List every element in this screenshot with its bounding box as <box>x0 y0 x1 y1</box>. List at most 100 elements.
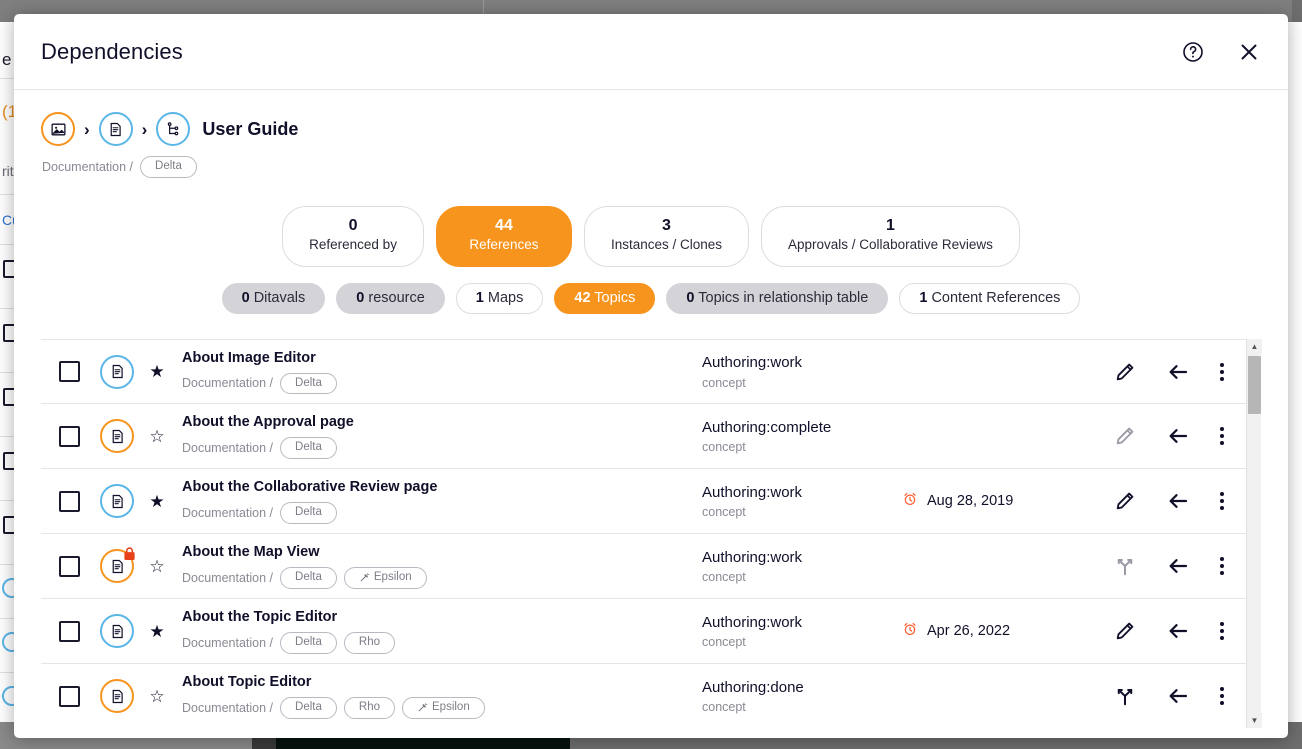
chip-label: Content References <box>931 289 1061 306</box>
scrollbar-thumb[interactable] <box>1248 356 1261 414</box>
chip-topics[interactable]: 42 Topics <box>554 282 656 315</box>
row-actions <box>1114 360 1246 384</box>
row-title[interactable]: About the Topic Editor <box>182 608 702 627</box>
kebab-menu-icon[interactable] <box>1220 557 1224 575</box>
row-tag[interactable]: Delta <box>280 697 337 719</box>
chip-topics-relationship-table[interactable]: 0 Topics in relationship table <box>666 282 889 315</box>
stat-count: 44 <box>495 216 513 234</box>
row-title[interactable]: About the Collaborative Review page <box>182 478 702 497</box>
close-icon[interactable] <box>1234 37 1264 67</box>
arrow-left-into-icon[interactable] <box>1166 424 1190 448</box>
row-favorite-star-icon[interactable]: ★ <box>148 363 166 380</box>
stat-referenced-by[interactable]: 0 Referenced by <box>282 205 424 267</box>
row-checkbox[interactable] <box>59 685 80 707</box>
row-tag-label: Delta <box>295 441 322 454</box>
row-path: Documentation / Delta <box>182 372 702 395</box>
row-tag[interactable]: Delta <box>280 437 337 459</box>
chip-count: 0 <box>356 289 365 306</box>
row-title[interactable]: About the Approval page <box>182 413 702 432</box>
kebab-menu-icon[interactable] <box>1220 427 1224 445</box>
table-row[interactable]: ☆ About the Map View Documentation / Delta E… <box>41 534 1246 599</box>
table-scrollbar[interactable]: ▲ ▼ <box>1246 339 1262 728</box>
row-tag[interactable]: Rho <box>343 632 395 654</box>
chip-maps[interactable]: 1 Maps <box>455 282 544 315</box>
help-circle-icon[interactable] <box>1178 37 1208 67</box>
stat-approvals-reviews[interactable]: 1 Approvals / Collaborative Reviews <box>761 205 1020 267</box>
breadcrumb-tag[interactable]: Delta <box>140 156 197 178</box>
row-tag[interactable]: Delta <box>280 502 337 524</box>
chip-content-references[interactable]: 1 Content References <box>899 282 1081 315</box>
row-tag-label: Delta <box>295 506 322 519</box>
chip-label: Topics in relationship table <box>698 289 869 306</box>
arrow-left-into-icon[interactable] <box>1166 619 1190 643</box>
chip-label: Topics <box>594 289 636 306</box>
row-document-icon[interactable] <box>100 484 134 518</box>
scroll-down-icon[interactable]: ▼ <box>1247 713 1262 728</box>
row-actions <box>1114 619 1246 643</box>
stats-pill-row: 0 Referenced by 44 References 3 Instance… <box>14 205 1288 267</box>
stat-references[interactable]: 44 References <box>435 205 572 267</box>
row-favorite-star-icon[interactable]: ★ <box>148 493 166 510</box>
dependencies-table: ★ About Image Editor Documentation / Delta A… <box>41 339 1262 728</box>
stat-count: 0 <box>348 216 358 234</box>
table-row[interactable]: ☆ About Topic Editor Documentation / Delta R… <box>41 664 1246 728</box>
table-row[interactable]: ★ About the Topic Editor Documentation / De… <box>41 599 1246 664</box>
breadcrumb-image-icon[interactable] <box>41 112 75 146</box>
row-document-icon[interactable] <box>100 547 135 583</box>
branch-merge-icon[interactable] <box>1114 685 1136 707</box>
row-title[interactable]: About the Map View <box>182 543 702 562</box>
row-checkbox[interactable] <box>59 620 80 642</box>
scroll-up-icon[interactable]: ▲ <box>1247 339 1262 354</box>
row-tag[interactable]: Delta <box>280 372 337 395</box>
chip-count: 42 <box>574 289 591 306</box>
chip-resource[interactable]: 0 resource <box>336 282 445 315</box>
row-checkbox[interactable] <box>59 555 80 577</box>
pencil-icon[interactable] <box>1114 490 1136 512</box>
row-tag[interactable]: Epsilon <box>402 697 485 719</box>
breadcrumb-row: › › User Guide <box>41 112 1288 146</box>
kebab-menu-icon[interactable] <box>1220 362 1224 381</box>
row-path-label: Documentation / <box>182 635 274 650</box>
row-tag[interactable]: Epsilon <box>343 567 427 589</box>
row-document-icon[interactable] <box>100 354 134 389</box>
row-document-icon[interactable] <box>100 419 134 453</box>
row-tag[interactable]: Delta <box>280 632 337 654</box>
dependencies-dialog: Dependencies › › User Guide Documentatio… <box>14 14 1288 738</box>
breadcrumb-map-branch-icon[interactable] <box>156 112 191 146</box>
row-document-icon[interactable] <box>100 614 134 648</box>
row-checkbox[interactable] <box>59 490 80 512</box>
kebab-menu-icon[interactable] <box>1220 622 1224 640</box>
arrow-left-into-icon[interactable] <box>1166 554 1190 578</box>
row-favorite-star-icon[interactable]: ☆ <box>148 428 166 445</box>
kebab-menu-icon[interactable] <box>1220 492 1224 510</box>
row-tag[interactable]: Rho <box>343 697 395 719</box>
row-title[interactable]: About Topic Editor <box>182 673 702 692</box>
row-document-icon[interactable] <box>100 679 134 713</box>
table-row[interactable]: ★ About Image Editor Documentation / Delta A… <box>41 339 1246 404</box>
row-favorite-star-icon[interactable]: ☆ <box>148 558 166 575</box>
row-path-label: Documentation / <box>182 700 274 715</box>
kebab-menu-icon[interactable] <box>1220 687 1224 705</box>
row-tag[interactable]: Delta <box>280 567 337 589</box>
chip-label: Ditavals <box>253 289 306 306</box>
breadcrumb-separator: › <box>84 119 90 139</box>
pencil-icon[interactable] <box>1114 620 1136 642</box>
breadcrumb-document-icon[interactable] <box>98 112 133 146</box>
row-favorite-star-icon[interactable]: ☆ <box>148 688 166 705</box>
table-row[interactable]: ★ About the Collaborative Review page Docu… <box>41 469 1246 534</box>
pencil-icon[interactable] <box>1114 361 1136 383</box>
chip-ditavals[interactable]: 0 Ditavals <box>221 282 326 315</box>
arrow-left-into-icon[interactable] <box>1166 684 1190 708</box>
row-checkbox[interactable] <box>59 425 80 447</box>
row-title[interactable]: About Image Editor <box>182 349 702 368</box>
row-status-cell: Authoring:complete concept <box>702 418 902 455</box>
row-name-cell: About Image Editor Documentation / Delta <box>182 349 702 395</box>
stat-instances-clones[interactable]: 3 Instances / Clones <box>583 205 750 267</box>
row-name-cell: About the Approval page Documentation / De… <box>182 413 702 459</box>
arrow-left-into-icon[interactable] <box>1166 360 1190 384</box>
arrow-left-into-icon[interactable] <box>1166 489 1190 513</box>
row-checkbox[interactable] <box>59 361 80 382</box>
row-favorite-star-icon[interactable]: ★ <box>148 623 166 640</box>
table-row[interactable]: ☆ About the Approval page Documentation / D… <box>41 404 1246 469</box>
stat-label: References <box>469 237 539 253</box>
